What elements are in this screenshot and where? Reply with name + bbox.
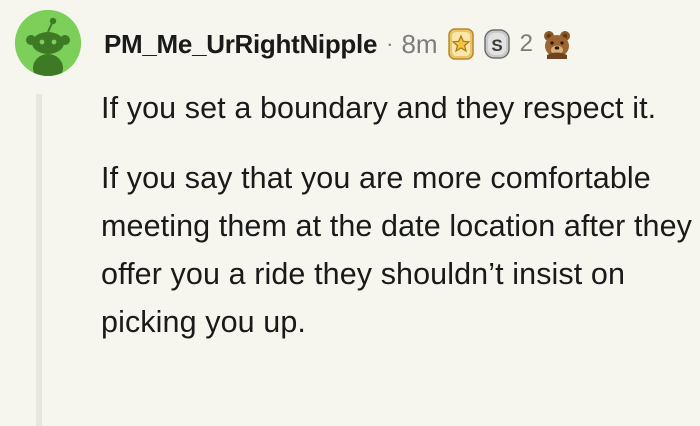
comment-body: If you set a boundary and they respect i… — [101, 84, 697, 368]
award-count: 2 — [519, 30, 533, 57]
thread-line[interactable] — [36, 94, 42, 426]
comment-paragraph: If you set a boundary and they respect i… — [101, 91, 657, 125]
comment-timestamp[interactable]: 8m — [401, 29, 437, 60]
svg-text:S: S — [491, 36, 502, 55]
avatar[interactable] — [15, 10, 81, 76]
comment-paragraph: If you say that you are more comfortable… — [101, 161, 693, 339]
meta-separator: · — [386, 31, 394, 56]
gold-star-award-icon[interactable] — [446, 28, 476, 60]
username-link[interactable]: PM_Me_UrRightNipple — [104, 29, 377, 60]
bear-award-icon[interactable] — [541, 28, 573, 60]
silver-s-award-icon[interactable]: S — [482, 28, 512, 60]
comment-header: PM_Me_UrRightNipple · 8m S 2 — [104, 24, 579, 64]
snoo-avatar-icon — [15, 10, 81, 76]
